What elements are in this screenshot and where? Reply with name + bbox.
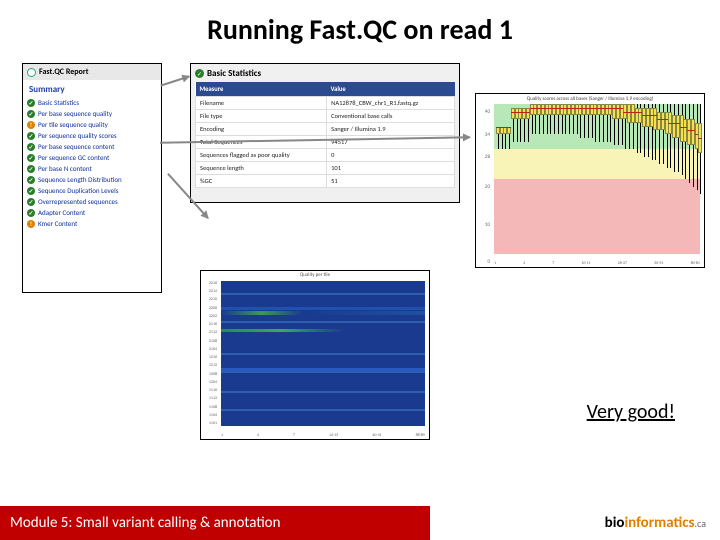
summary-item-label: Per base sequence quality [38,109,112,118]
heatmap-body [221,281,425,426]
check-icon: ✓ [27,154,35,162]
boxplot-xaxis: 14710-1126-2750-5180-81 [494,261,700,266]
per-tile-quality-chart: Quality per tile 22162214221022062202211… [200,270,430,440]
col-value: Value [327,82,455,97]
table-row: File typeConventional base calls [196,110,455,123]
fastqc-report-title: Fast.QC Report [39,67,88,77]
summary-item[interactable]: ✓Sequence Length Distribution [27,174,157,185]
footer: Module 5: Small variant calling & annota… [0,506,720,540]
summary-item-label: Kmer Content [38,219,77,228]
summary-item-label: Per base sequence content [38,142,115,151]
table-row: EncodingSanger / Illumina 1.9 [196,123,455,136]
summary-item-label: Per tile sequence quality [38,120,108,129]
check-icon: ✓ [195,69,204,78]
basic-statistics-title: Basic Statistics [207,68,261,79]
table-row: Sequences flagged as poor quality0 [196,149,455,162]
summary-item-label: Basic Statistics [38,98,79,107]
summary-item-label: Adapter Content [38,208,85,217]
summary-item[interactable]: !Per tile sequence quality [27,119,157,130]
summary-item-label: Sequence Length Distribution [38,175,122,184]
brand-ca: .ca [695,517,706,530]
module-label: Module 5: Small variant calling & annota… [0,506,430,540]
table-row: FilenameNA12878_CBW_chr1_R1.fastq.gz [196,97,455,110]
table-row: Sequence length101 [196,162,455,175]
summary-item-label: Per sequence GC content [38,153,109,162]
summary-list: ✓Basic Statistics✓Per base sequence qual… [23,97,161,229]
summary-heading: Summary [23,80,161,97]
boxplot-yaxis: 01020283440 [478,109,492,257]
summary-item[interactable]: ✓Per base sequence quality [27,108,157,119]
summary-item[interactable]: ✓Overrepresented sequences [27,196,157,207]
summary-item[interactable]: ✓Adapter Content [27,207,157,218]
fastqc-report-panel: Fast.QC Report Summary ✓Basic Statistics… [22,63,162,293]
summary-item[interactable]: !Kmer Content [27,218,157,229]
brand-bio: bio [605,514,625,532]
check-icon: ✓ [27,132,35,140]
report-ring-icon [27,68,36,77]
heatmap-yaxis: 2216221422102206220221162112210821041216… [203,281,219,425]
summary-item[interactable]: ✓Per base N content [27,163,157,174]
summary-item[interactable]: ✓Per sequence quality scores [27,130,157,141]
col-measure: Measure [196,82,327,97]
content-area: Fast.QC Report Summary ✓Basic Statistics… [0,55,720,485]
check-icon: ✓ [27,143,35,151]
basic-statistics-table: Measure Value FilenameNA12878_CBW_chr1_R… [195,82,455,188]
check-icon: ✓ [27,209,35,217]
arrow-icon [160,75,189,86]
check-icon: ✓ [27,198,35,206]
summary-item-label: Per base N content [38,164,92,173]
fastqc-report-header: Fast.QC Report [23,64,161,80]
warn-icon: ! [27,220,35,228]
summary-item-label: Overrepresented sequences [38,197,118,206]
summary-item-label: Per sequence quality scores [38,131,117,140]
verdict-text: Very good! [587,400,675,424]
summary-item[interactable]: ✓Per base sequence content [27,141,157,152]
heatmap-xaxis: 14714-1540-4188-89 [221,433,425,438]
table-row: %GC51 [196,175,455,188]
boxplot-title: Quality scores across all bases (Sanger … [476,94,704,104]
check-icon: ✓ [27,187,35,195]
check-icon: ✓ [27,165,35,173]
summary-item-label: Sequence Duplication Levels [38,186,118,195]
check-icon: ✓ [27,176,35,184]
basic-statistics-panel: ✓ Basic Statistics Measure Value Filenam… [190,63,460,203]
summary-item[interactable]: ✓Per sequence GC content [27,152,157,163]
brand-logo: bioinformatics.ca [430,506,720,540]
check-icon: ✓ [27,110,35,118]
check-icon: ✓ [27,99,35,107]
brand-informatics: informatics [624,514,694,532]
warn-icon: ! [27,121,35,129]
summary-item[interactable]: ✓Sequence Duplication Levels [27,185,157,196]
boxplot-area [494,104,700,254]
summary-item[interactable]: ✓Basic Statistics [27,97,157,108]
per-base-quality-chart: Quality scores across all bases (Sanger … [475,93,705,268]
heatmap-title: Quality per tile [201,271,429,279]
page-title: Running Fast.QC on read 1 [0,0,720,55]
